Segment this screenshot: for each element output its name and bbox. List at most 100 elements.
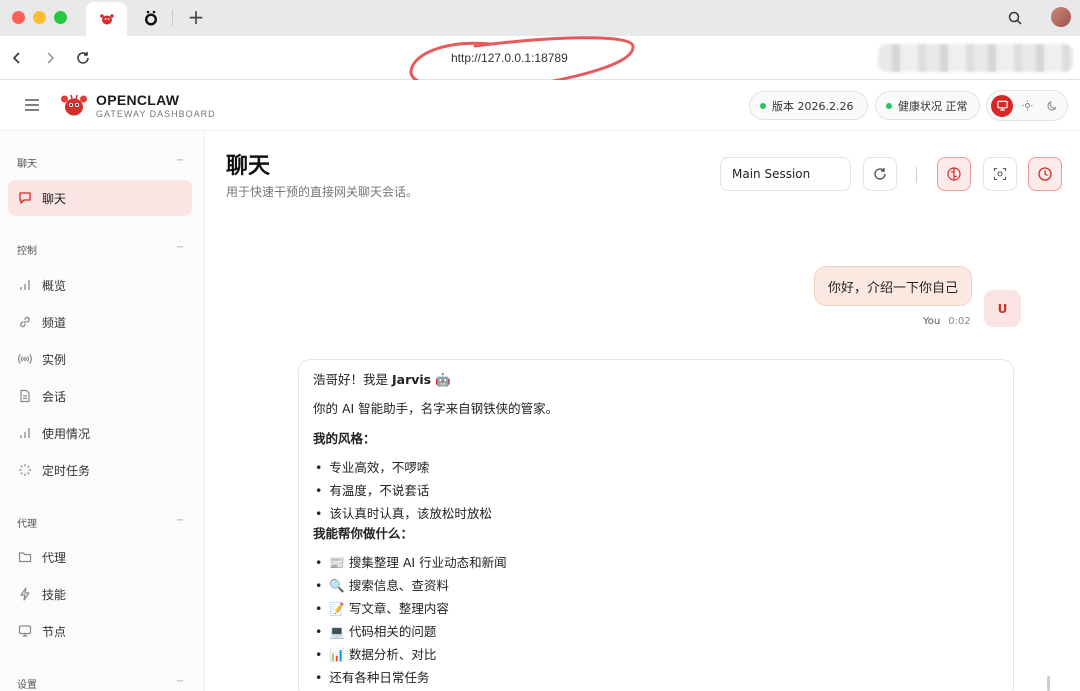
clock-icon	[1038, 167, 1052, 181]
main-content: 聊天 用于快速干预的直接网关聊天会话。 Main Session 你好，介绍一下…	[205, 131, 1080, 691]
sun-icon[interactable]	[1016, 95, 1038, 117]
assistant-intro: 你的 AI 智能助手，名字来自钢铁侠的管家。	[313, 401, 559, 416]
list-item: 🔍 搜索信息、查资料	[315, 579, 449, 593]
sidebar-group-chat[interactable]: 聊天 −	[17, 155, 184, 170]
sidebar-item-agents[interactable]: 代理	[8, 539, 192, 575]
maximize-window-button[interactable]	[54, 11, 67, 24]
greeting-prefix: 浩哥好！我是	[313, 372, 392, 387]
sidebar-group-title: 控制	[17, 246, 37, 257]
search-icon[interactable]	[1005, 8, 1025, 28]
message-time: 0:02	[948, 316, 971, 327]
sidebar-group-agents[interactable]: 代理 −	[17, 515, 184, 530]
back-icon[interactable]	[7, 48, 27, 68]
assistant-message-card: 浩哥好！我是 Jarvis 🤖 你的 AI 智能助手，名字来自钢铁侠的管家。 我…	[298, 359, 1014, 691]
radio-icon	[18, 352, 32, 366]
help-heading: 我能帮你做什么：	[313, 526, 414, 541]
list-item: 有温度，不说套话	[315, 484, 429, 498]
sidebar-item-label: 频道	[42, 315, 67, 330]
sidebar-item-label: 技能	[42, 587, 67, 602]
brand-title: OPENCLAW	[96, 92, 180, 108]
chat-icon	[18, 191, 32, 205]
url-text[interactable]: http://127.0.0.1:18789	[451, 51, 568, 65]
sidebar-item-chat[interactable]: 聊天	[8, 180, 192, 216]
health-label: 健康状况 正常	[898, 99, 968, 113]
sidebar-group-settings[interactable]: 设置 −	[17, 676, 184, 691]
collapse-icon[interactable]: −	[176, 515, 184, 530]
moon-icon[interactable]	[1041, 95, 1063, 117]
new-tab-button[interactable]: +	[184, 5, 208, 29]
sidebar-item-label: 会话	[42, 389, 67, 404]
loader-icon	[18, 463, 32, 477]
sidebar-item-label: 节点	[42, 624, 67, 639]
sidebar-item-channels[interactable]: 频道	[8, 304, 192, 340]
sidebar-item-overview[interactable]: 概览	[8, 267, 192, 303]
theme-switcher	[986, 90, 1068, 121]
list-item: 还有各种日常任务	[315, 671, 429, 685]
assistant-name: Jarvis	[391, 372, 432, 387]
page-subtitle: 用于快速干预的直接网关聊天会话。	[226, 185, 419, 199]
openclaw-favicon-icon	[99, 14, 114, 25]
forward-icon[interactable]	[40, 48, 60, 68]
sidebar-item-label: 定时任务	[42, 463, 91, 478]
list-item: 📝 写文章、整理内容	[315, 602, 449, 616]
link-icon	[18, 315, 32, 329]
sidebar: 聊天 − 聊天 控制 − 概览 频道 实例 会话 使用情况 定时任务 代理 − …	[0, 131, 205, 691]
health-badge: 健康状况 正常	[875, 91, 980, 120]
folder-icon	[18, 550, 32, 564]
scrollbar[interactable]	[1047, 676, 1050, 691]
page-title: 聊天	[226, 154, 271, 179]
refresh-icon	[874, 168, 886, 180]
menu-icon[interactable]	[24, 97, 40, 113]
sidebar-item-label: 实例	[42, 352, 67, 367]
assistant-greeting: 浩哥好！我是 Jarvis 🤖	[313, 372, 451, 387]
bolt-icon	[18, 587, 32, 601]
version-label: 版本 2026.2.26	[772, 99, 854, 113]
sidebar-group-title: 聊天	[17, 159, 37, 170]
focus-mode-button[interactable]	[983, 157, 1017, 191]
sidebar-item-usage[interactable]: 使用情况	[8, 415, 192, 451]
browser-tab-second[interactable]	[134, 2, 168, 34]
collapse-icon[interactable]: −	[176, 155, 184, 170]
robot-emoji-icon: 🤖	[435, 372, 451, 387]
reload-icon[interactable]	[73, 48, 93, 68]
sidebar-item-cron[interactable]: 定时任务	[8, 452, 192, 488]
thinking-toggle-button[interactable]	[937, 157, 971, 191]
collapse-icon[interactable]: −	[176, 676, 184, 691]
list-item: 📊 数据分析、对比	[315, 648, 436, 662]
list-item: 该认真时认真，该放松时放松	[315, 507, 492, 521]
sidebar-group-control[interactable]: 控制 −	[17, 242, 184, 257]
sender-name: You	[923, 316, 941, 327]
sidebar-item-skills[interactable]: 技能	[8, 576, 192, 612]
sidebar-item-sessions[interactable]: 会话	[8, 378, 192, 414]
sidebar-group-title: 代理	[17, 519, 37, 530]
user-avatar: U	[984, 290, 1021, 327]
sidebar-item-label: 代理	[42, 550, 67, 565]
sidebar-item-label: 概览	[42, 278, 67, 293]
document-icon	[18, 389, 32, 403]
blurred-extensions	[878, 44, 1073, 72]
brain-icon	[947, 167, 961, 181]
refresh-button[interactable]	[863, 157, 897, 191]
session-select[interactable]: Main Session	[720, 157, 851, 191]
minimize-window-button[interactable]	[33, 11, 46, 24]
collapse-icon[interactable]: −	[176, 242, 184, 257]
scan-icon	[993, 167, 1007, 181]
bar-chart-icon	[18, 426, 32, 440]
monitor-icon[interactable]	[991, 94, 1013, 117]
history-button[interactable]	[1028, 157, 1062, 191]
close-window-button[interactable]	[12, 11, 25, 24]
sidebar-group-title: 设置	[17, 680, 37, 691]
toolbar-divider	[916, 167, 917, 183]
tab-separator	[172, 10, 173, 26]
address-bar: http://127.0.0.1:18789	[0, 36, 1080, 92]
list-item: 💻 代码相关的问题	[315, 625, 436, 639]
user-message-bubble: 你好，介绍一下你自己	[814, 266, 972, 306]
list-item: 📰 搜集整理 AI 行业动态和新闻	[315, 556, 506, 570]
user-message-meta: You 0:02	[923, 316, 971, 327]
sidebar-item-instances[interactable]: 实例	[8, 341, 192, 377]
profile-avatar[interactable]	[1051, 7, 1071, 27]
sidebar-item-nodes[interactable]: 节点	[8, 613, 192, 649]
status-dot-icon	[886, 102, 892, 109]
browser-tab-openclaw[interactable]	[86, 2, 127, 36]
list-item: 专业高效，不啰嗦	[315, 461, 429, 475]
